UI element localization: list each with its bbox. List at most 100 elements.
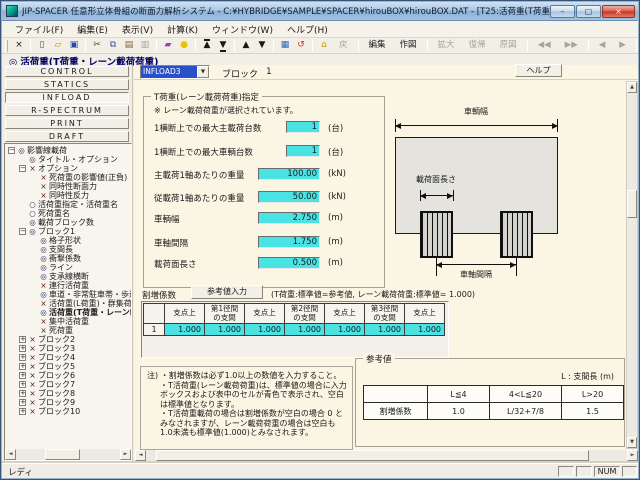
sidebar-button-infload[interactable]: INFLOAD — [5, 92, 129, 103]
field-input[interactable]: 1.750 — [258, 236, 320, 248]
edit-button[interactable]: 編集 — [362, 39, 393, 53]
expand-icon[interactable]: + — [19, 408, 26, 415]
tree-item[interactable]: ×連行活荷重 — [5, 281, 131, 290]
scroll-thumb[interactable] — [45, 449, 80, 460]
expand-icon[interactable]: + — [19, 345, 26, 352]
scroll-left-icon[interactable]: ◄ — [5, 449, 16, 460]
tree-item[interactable]: ◎支承線横断 — [5, 272, 131, 281]
maximize-button[interactable]: ▢ — [576, 5, 601, 18]
factor-cell[interactable]: 1.000 — [245, 324, 285, 336]
tree-hscrollbar[interactable]: ◄ ► — [5, 449, 131, 460]
collapse-icon[interactable]: − — [19, 228, 26, 235]
factor-cell[interactable]: 1.000 — [365, 324, 405, 336]
menu-item[interactable]: 計算(K) — [160, 21, 205, 38]
minimize-button[interactable]: – — [550, 5, 575, 18]
tree-item[interactable]: ◎支間長 — [5, 245, 131, 254]
scroll-thumb[interactable] — [627, 190, 637, 218]
reference-input-button[interactable]: 参考値入力 — [191, 285, 263, 299]
field-input[interactable]: 1 — [286, 121, 320, 133]
tree-item[interactable]: −×オプション — [5, 164, 131, 173]
move-up-icon[interactable]: ▲ — [238, 39, 254, 53]
jump-bottom-icon[interactable]: ▼ — [215, 39, 231, 53]
help-button[interactable]: ヘルプ — [515, 64, 562, 77]
tree-item[interactable]: −◎ブロック1 — [5, 227, 131, 236]
jump-top-icon[interactable]: ▲ — [199, 39, 215, 53]
scroll-up-icon[interactable]: ▲ — [627, 82, 637, 93]
lightbulb-icon[interactable]: ● — [176, 39, 192, 53]
combobox-value[interactable]: INFLOAD3 — [141, 66, 197, 78]
undo-icon[interactable]: ↺ — [293, 39, 309, 53]
window-grid-icon[interactable]: ▦ — [277, 39, 293, 53]
scroll-thumb[interactable] — [156, 450, 589, 461]
field-input[interactable]: 0.500 — [258, 257, 320, 269]
new-document-icon[interactable]: ▯ — [34, 39, 50, 53]
scroll-right-icon[interactable]: ► — [627, 450, 638, 461]
tree-item[interactable]: ×集中活荷重 — [5, 317, 131, 326]
expand-icon[interactable]: + — [19, 399, 26, 406]
main-hscrollbar[interactable]: ◄ ► — [135, 450, 638, 461]
chevron-down-icon[interactable]: ▼ — [197, 66, 209, 78]
tree-item[interactable]: +×ブロック4 — [5, 353, 131, 362]
tree-item[interactable]: +×ブロック2 — [5, 335, 131, 344]
menu-item[interactable]: ウィンドウ(W) — [205, 21, 280, 38]
sidebar-button-statics[interactable]: STATICS — [5, 79, 129, 90]
scroll-left-icon[interactable]: ◄ — [135, 450, 146, 461]
save-icon[interactable]: ▣ — [66, 39, 82, 53]
tree-item[interactable]: +×ブロック6 — [5, 371, 131, 380]
tree-item[interactable]: +×ブロック7 — [5, 380, 131, 389]
tree-item[interactable]: ×同時性断面力 — [5, 182, 131, 191]
tree-item[interactable]: −◎影響線載荷 — [5, 146, 131, 155]
expand-icon[interactable]: + — [19, 381, 26, 388]
draw-button[interactable]: 作図 — [393, 39, 424, 53]
tree-item[interactable]: ×活荷重(L荷重)・群集荷 — [5, 299, 131, 308]
cut-icon[interactable]: ✂ — [89, 39, 105, 53]
expand-icon[interactable]: + — [19, 363, 26, 370]
expand-icon[interactable]: + — [19, 354, 26, 361]
tree-item[interactable]: ◎ライン — [5, 263, 131, 272]
expand-icon[interactable]: + — [19, 390, 26, 397]
tree-item[interactable]: ○死荷重名 — [5, 209, 131, 218]
tree-item[interactable]: ◎活荷重(T荷重・レーン載 — [5, 308, 131, 317]
menu-item[interactable]: ファイル(F) — [8, 21, 70, 38]
tree-item[interactable]: ◎タイトル・オプション — [5, 155, 131, 164]
scroll-down-icon[interactable]: ▼ — [627, 437, 637, 448]
field-input[interactable]: 2.750 — [258, 212, 320, 224]
tree-item[interactable]: ◎格子形状 — [5, 236, 131, 245]
tree-item[interactable]: ◎衝撃係数 — [5, 254, 131, 263]
menu-item[interactable]: ヘルプ(H) — [280, 21, 335, 38]
tree-item[interactable]: ×死荷重 — [5, 326, 131, 335]
factor-cell[interactable]: 1.000 — [165, 324, 205, 336]
open-folder-icon[interactable]: ▱ — [50, 39, 66, 53]
expand-icon[interactable]: + — [19, 372, 26, 379]
tree-item[interactable]: ◎車道・非常駐車帯・歩道 — [5, 290, 131, 299]
menu-item[interactable]: 編集(E) — [70, 21, 115, 38]
move-down-icon[interactable]: ▼ — [254, 39, 270, 53]
factor-cell[interactable]: 1.000 — [205, 324, 245, 336]
sidebar-button-control[interactable]: CONTROL — [5, 66, 129, 77]
sidebar-button-print[interactable]: PRINT — [5, 118, 129, 129]
sidebar-button-draft[interactable]: DRAFT — [5, 131, 129, 142]
tree-item[interactable]: +×ブロック9 — [5, 398, 131, 407]
collapse-icon[interactable]: − — [19, 165, 26, 172]
factor-cell[interactable]: 1.000 — [285, 324, 325, 336]
tree-item[interactable]: +×ブロック5 — [5, 362, 131, 371]
scroll-right-icon[interactable]: ► — [120, 449, 131, 460]
load-type-combobox[interactable]: INFLOAD3 ▼ — [140, 65, 210, 79]
factor-cell[interactable]: 1.000 — [405, 324, 445, 336]
tree-item[interactable]: ◎載荷ブロック数 — [5, 218, 131, 227]
menu-item[interactable]: 表示(V) — [115, 21, 160, 38]
field-input[interactable]: 50.00 — [258, 191, 320, 203]
expand-icon[interactable]: + — [19, 336, 26, 343]
close-button[interactable]: × — [602, 5, 635, 18]
sidebar-button-r-spectrum[interactable]: R-SPECTRUM — [5, 105, 129, 116]
tree-item[interactable]: ×死荷重の影響値(正負) — [5, 173, 131, 182]
eraser-icon[interactable]: ▰ — [160, 39, 176, 53]
tree-item[interactable]: +×ブロック3 — [5, 344, 131, 353]
paste-icon[interactable]: ▤ — [121, 39, 137, 53]
copy-icon[interactable]: ⧉ — [105, 39, 121, 53]
home-icon[interactable]: ⌂ — [316, 39, 332, 53]
field-input[interactable]: 100.00 — [258, 168, 320, 180]
main-vscrollbar[interactable]: ▲ ▼ — [626, 81, 638, 449]
tree-item[interactable]: ×同時性反力 — [5, 191, 131, 200]
factor-cell[interactable]: 1.000 — [325, 324, 365, 336]
